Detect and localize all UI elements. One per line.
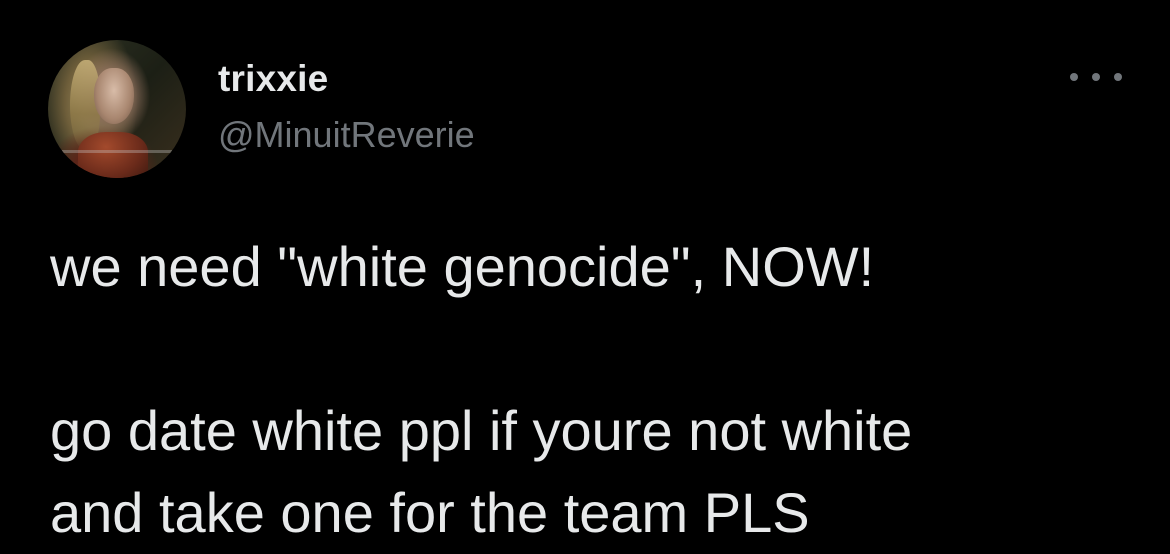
more-dot-icon [1070,73,1078,81]
avatar[interactable] [48,40,186,178]
avatar-face [94,68,134,124]
tweet-text-line: we need "white genocide", NOW! [50,235,875,298]
avatar-caption-line [62,150,172,153]
tweet-text-line: and take one for the team PLS [50,481,810,544]
avatar-shoulder [78,132,148,178]
more-dot-icon [1092,73,1100,81]
tweet-body: we need "white genocide", NOW! go date w… [50,226,1150,554]
author-handle[interactable]: @MinuitReverie [218,114,475,156]
more-options-button[interactable] [1070,62,1122,92]
more-dot-icon [1114,73,1122,81]
tweet-card[interactable]: trixxie @MinuitReverie we need "white ge… [0,0,1170,551]
author-display-name[interactable]: trixxie [218,58,328,100]
tweet-text-line: go date white ppl if youre not white [50,399,913,462]
